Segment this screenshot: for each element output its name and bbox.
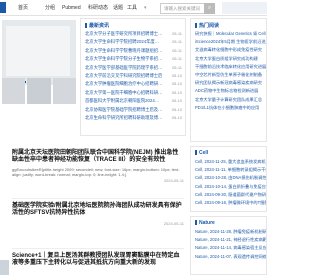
news-item[interactable]: 北京大学医学部基础医学院药理学系招聘博士后05-11 bbox=[81, 64, 185, 72]
divider bbox=[12, 248, 184, 249]
article-title[interactable]: 附属北京天坛医院田朝阳团队联合中国科学院(NEJM) 推出急性缺血性卒中患者神经… bbox=[12, 150, 184, 165]
search-icon[interactable]: ⌕ bbox=[204, 3, 215, 14]
top-navigation-bar: 首页 分组 Pubmed 科研动态 话题 工具 ▾ 请输入搜索关键词 ⌕ bbox=[0, 0, 267, 16]
page: 首页 分组 Pubmed 科研动态 话题 工具 ▾ 请输入搜索关键词 ⌕ 最新资… bbox=[0, 0, 267, 275]
hot-reading-panel: 热门阅读 研究快报｜Molecular Genetics 肾 Cell iSci… bbox=[190, 18, 267, 142]
nav-groups[interactable]: 分组 bbox=[45, 4, 55, 12]
article-title[interactable]: 基础医学院实验/附属北京地坛医院院孙海团队成功研发具有保护活性的SFTSV抗特异… bbox=[12, 203, 184, 218]
nature-journal-panel: Nature Nature, 2024-11-28, 肿瘤免疫新机制研究 Nat… bbox=[190, 216, 267, 275]
site-logo[interactable] bbox=[0, 2, 6, 13]
cell-item[interactable]: Cell, 2024-10-28, 由DNA损伤机制调控网络 bbox=[191, 174, 266, 182]
image-carousel[interactable] bbox=[2, 20, 76, 85]
article-snippet: ggEzuouhs6eeR{ptitle-height 2009; second… bbox=[12, 166, 180, 177]
hot-item[interactable]: iScience2024年5月期 生物医学前沿进展 bbox=[191, 38, 266, 46]
news-item[interactable]: 北京大学肿瘤医院细胞治疗中心招聘研究助理 05-10 bbox=[81, 80, 185, 88]
nav-topics[interactable]: 话题 bbox=[113, 4, 123, 12]
news-item[interactable]: 北京大学前沿交叉学科研究院招聘博士后 05-10 bbox=[81, 72, 185, 80]
carousel-indicators[interactable] bbox=[16, 70, 56, 83]
hot-item[interactable]: 干细胞前沿技术临床转化应用研究进展 bbox=[191, 63, 266, 71]
nav-tools[interactable]: 工具 bbox=[127, 4, 137, 12]
cell-list: Cell, 2024-11-25, 重大造血系统发病机制研究 Cell, 202… bbox=[191, 158, 266, 207]
thumbnail-image[interactable] bbox=[27, 78, 51, 104]
latest-news-panel: 最新资讯 北京大学分子医学研究所项目招聘博士后研究员05-11 北京大学生命科学… bbox=[80, 18, 186, 136]
news-item[interactable]: 北京大学分子医学研究所项目招聘博士后研究员05-11 bbox=[81, 30, 185, 38]
cell-item[interactable]: Cell, 2024-11-11, 单细胞转录组揭示干细胞 bbox=[191, 166, 266, 174]
article-date: 2024-05-11 bbox=[163, 177, 184, 183]
news-item[interactable]: 北京协和医学院基础学院招聘博士后及助理 05-10 bbox=[81, 106, 185, 114]
nature-item[interactable]: Nature, 2024-11-07, 表观遗传调控网络 bbox=[191, 253, 266, 261]
hot-item[interactable]: 研究团队揭示新冠病毒感染疾病研究 bbox=[191, 79, 266, 87]
article-thumbnail[interactable] bbox=[0, 260, 9, 275]
news-item[interactable]: 北京大学生命科学学院曹晓丹课题组招聘科研助理05-11 bbox=[81, 47, 185, 55]
nav-research-news[interactable]: 科研动态 bbox=[88, 4, 108, 12]
tools-dropdown-icon[interactable]: ▾ bbox=[144, 4, 147, 12]
panel-title: 热门阅读 bbox=[195, 22, 219, 29]
divider bbox=[12, 198, 184, 199]
hot-item[interactable]: ADC药物中生物标志物检测新进展 bbox=[191, 87, 266, 95]
article-title[interactable]: Science+1｜复旦上医汤其群教授团队发现胃窦黏膜中在特定血液等多重压下主转… bbox=[12, 253, 184, 268]
feed-article[interactable]: 基础医学院实验/附属北京地坛医院院孙海团队成功研发具有保护活性的SFTSV抗特异… bbox=[12, 203, 184, 226]
carousel-thumbnails bbox=[2, 78, 76, 104]
thumbnail-image[interactable] bbox=[2, 78, 26, 104]
cell-journal-panel: Cell Cell, 2024-11-25, 重大造血系统发病机制研究 Cell… bbox=[190, 146, 267, 212]
news-item[interactable]: 北京大学第一医院干细胞中心招聘科研人员 05-10 bbox=[81, 89, 185, 97]
news-item[interactable]: 北京生命科学研究所招聘科研助理及博士后 05-10 bbox=[81, 114, 185, 122]
article-date: 2024-05-11 bbox=[163, 220, 184, 226]
hot-item[interactable]: 北京大学蛋白质组学研究成功构建 bbox=[191, 55, 266, 63]
nav-pubmed[interactable]: Pubmed bbox=[62, 4, 81, 12]
nature-item[interactable]: Nature, 2024-11-14, 病毒感染宿主反应 bbox=[191, 244, 266, 252]
feed-article[interactable]: 附属北京天坛医院田朝阳团队联合中国科学院(NEJM) 推出急性缺血性卒中患者神经… bbox=[12, 150, 184, 183]
hot-item[interactable]: 北京大学量子计算研究团队成果汇总 bbox=[191, 96, 266, 104]
cell-item[interactable]: Cell, 2024-10-14, 蛋白质折叠与免疫应答 bbox=[191, 183, 266, 191]
panel-title: Cell bbox=[195, 150, 208, 156]
cell-item[interactable]: Cell, 2024-09-30, 肠道菌群代谢产物研究 bbox=[191, 191, 266, 199]
hot-item[interactable]: 艾滋病毒转化细胞中形成免疫性研究 bbox=[191, 46, 266, 54]
nature-item[interactable]: Nature, 2024-11-21, 神经退行性疾病靶点 bbox=[191, 236, 266, 244]
hot-list: 研究快报｜Molecular Genetics 肾 Cell iScience2… bbox=[191, 30, 266, 112]
user-area[interactable] bbox=[222, 2, 267, 14]
panel-title: Nature bbox=[195, 220, 215, 226]
news-item[interactable]: 北京大学生命科学学院招聘2024年度博士后 05-11 bbox=[81, 38, 185, 46]
nature-list: Nature, 2024-11-28, 肿瘤免疫新机制研究 Nature, 20… bbox=[191, 228, 266, 261]
nav-home[interactable]: 首页 bbox=[18, 4, 28, 12]
nature-item[interactable]: Nature, 2024-11-28, 肿瘤免疫新机制研究 bbox=[191, 228, 266, 236]
hot-item[interactable]: 中空芯片新型仿生单原子催化剂制备 bbox=[191, 71, 266, 79]
feed-article[interactable]: Science+1｜复旦上医汤其群教授团队发现胃窦黏膜中在特定血液等多重压下主转… bbox=[12, 253, 184, 268]
carousel-slide-image bbox=[6, 26, 70, 76]
hot-item[interactable]: PD1/L1抗体在小细胞肺癌中的应用 bbox=[191, 104, 266, 112]
news-list: 北京大学分子医学研究所项目招聘博士后研究员05-11 北京大学生命科学学院招聘2… bbox=[81, 30, 185, 122]
hot-item[interactable]: 研究快报｜Molecular Genetics 肾 Cell bbox=[191, 30, 266, 38]
cell-item[interactable]: Cell, 2024-09-16, 肿瘤微环境中的T细胞 bbox=[191, 199, 266, 207]
cell-item[interactable]: Cell, 2024-11-25, 重大造血系统发病机制研究 bbox=[191, 158, 266, 166]
news-item[interactable]: 北京大学生命科学学院分子生物学系招聘研究员05-11 bbox=[81, 55, 185, 63]
panel-title: 最新资讯 bbox=[85, 22, 109, 29]
thumbnail-image[interactable] bbox=[52, 78, 76, 104]
news-item[interactable]: 首都医科大学附属北京朝阳医院2024年度招聘05-10 bbox=[81, 97, 185, 105]
